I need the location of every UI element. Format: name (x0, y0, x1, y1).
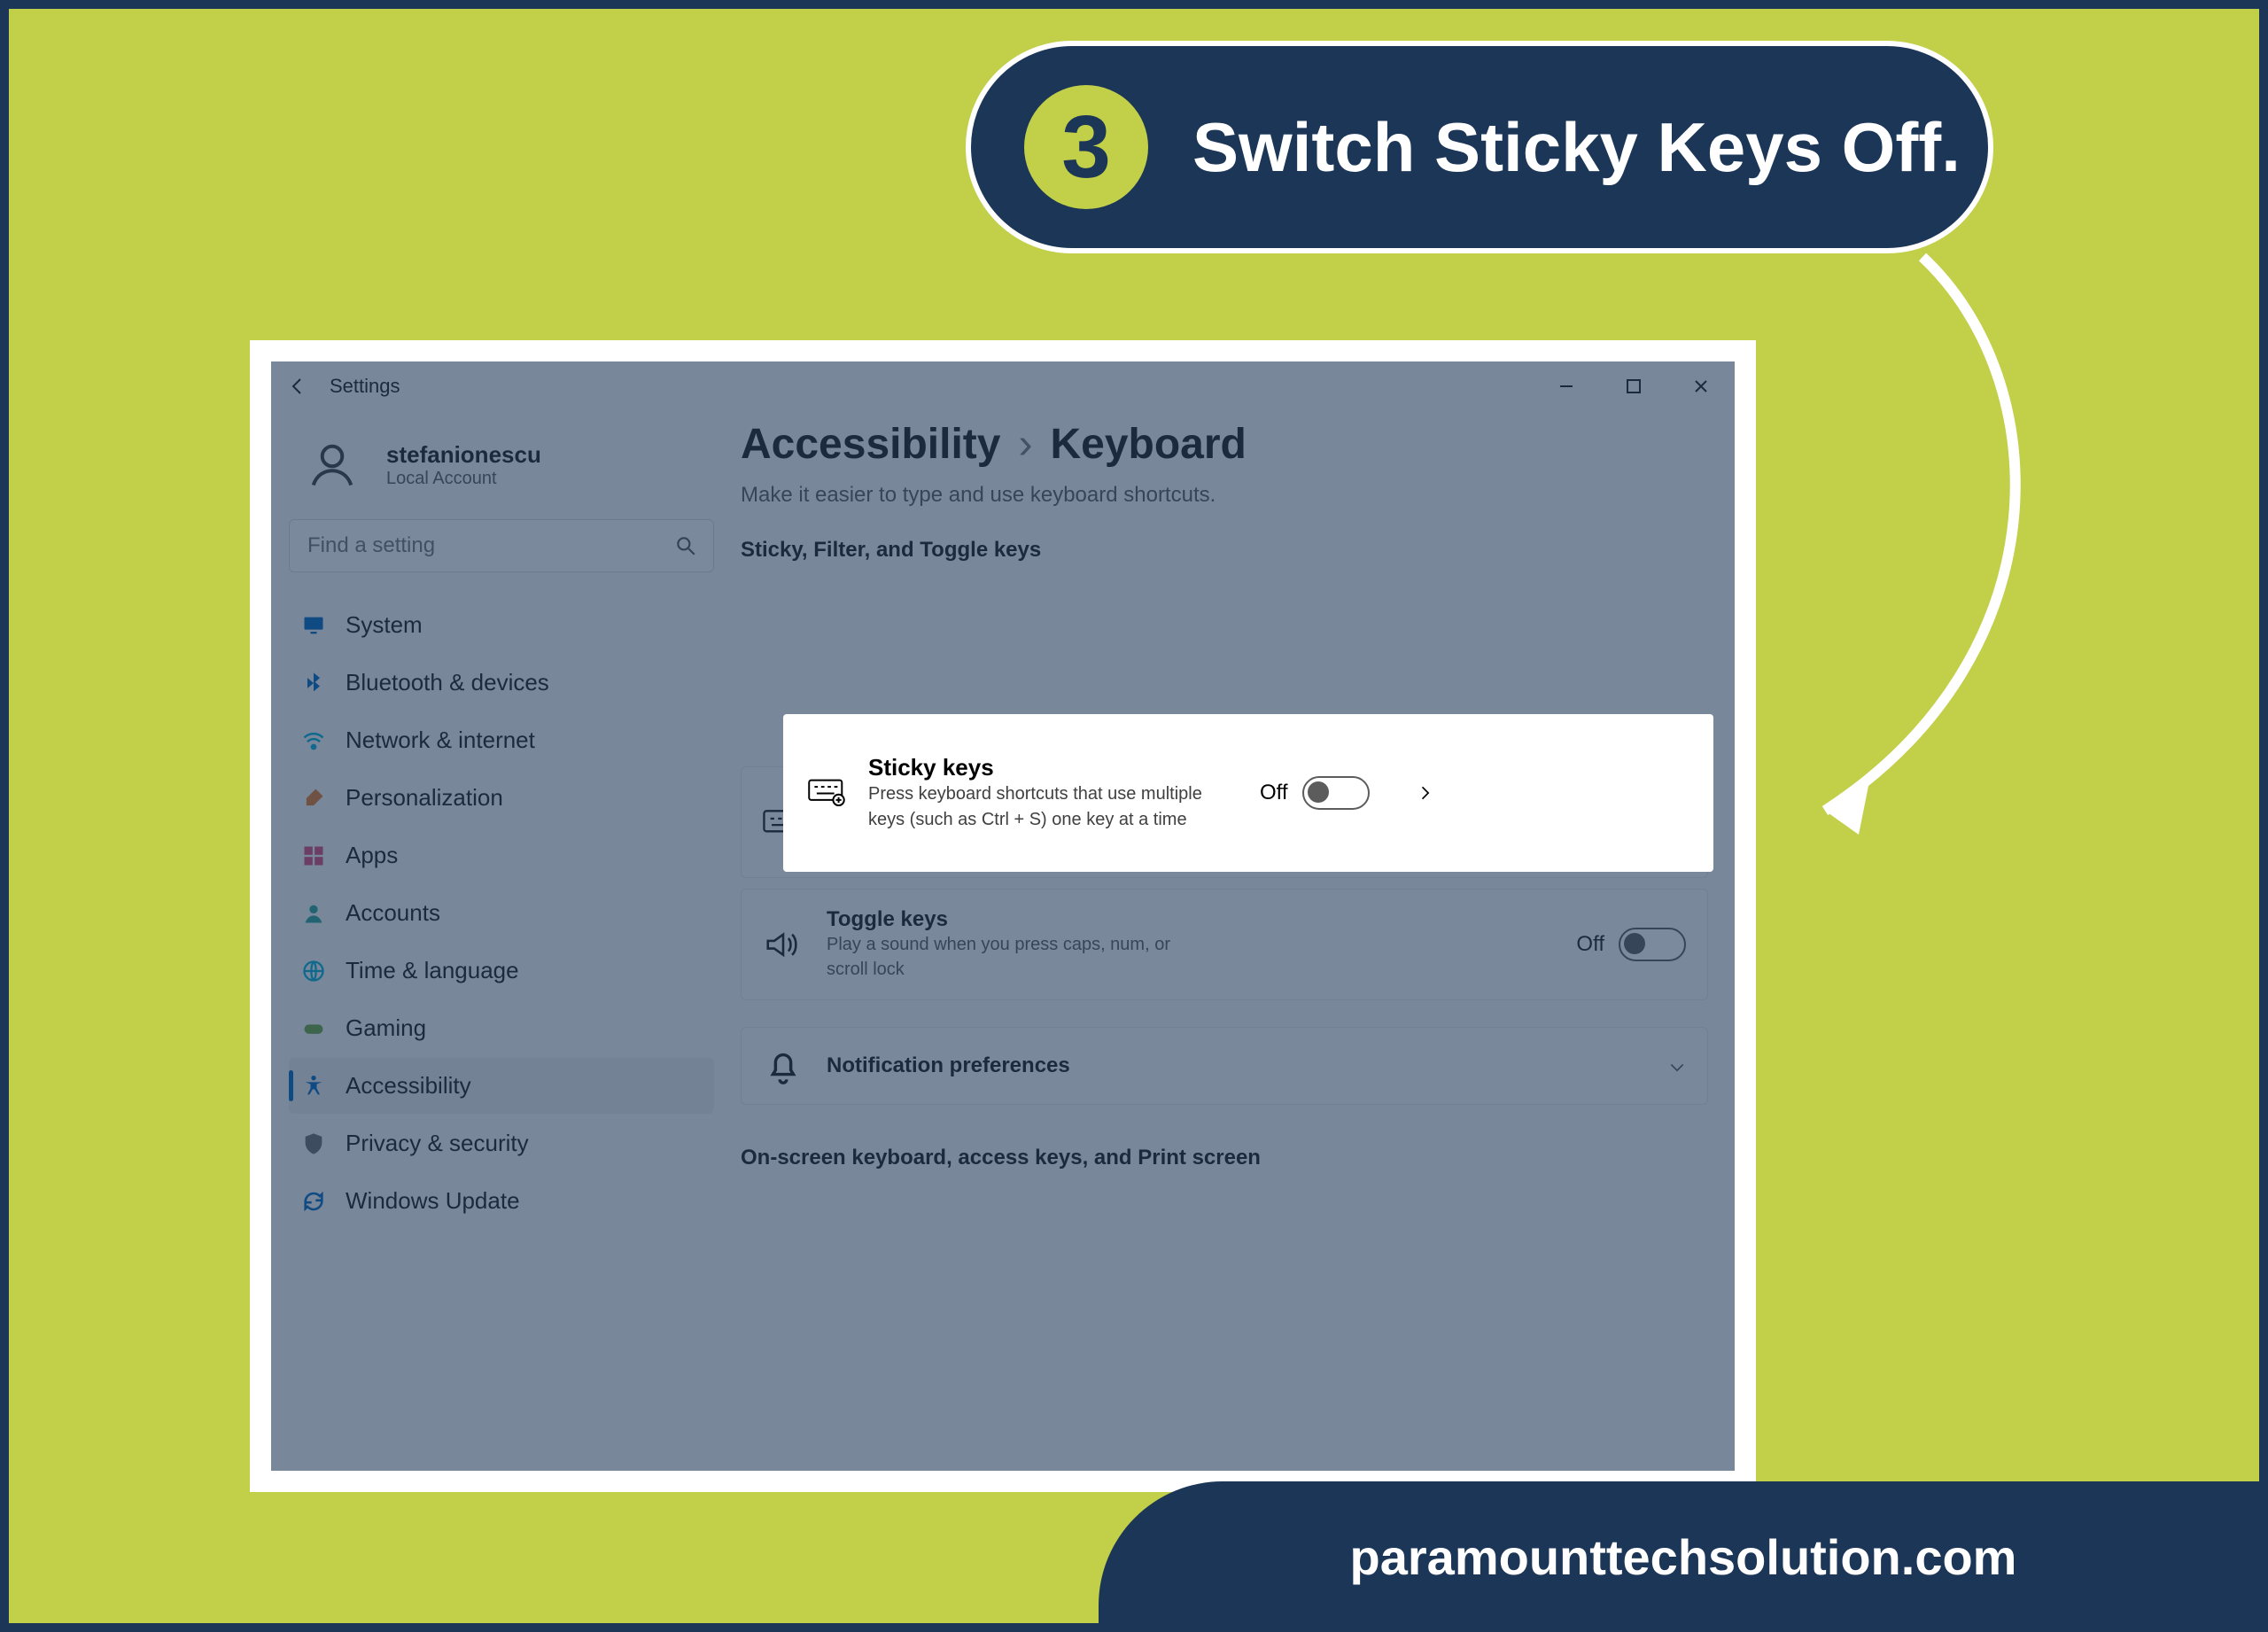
apps-icon (301, 843, 326, 868)
sticky-keys-state: Off (1260, 781, 1288, 805)
bluetooth-icon (301, 671, 326, 696)
toggle-keys-row[interactable]: Toggle keys Play a sound when you press … (741, 889, 1708, 1000)
sidebar-item-label: Gaming (346, 1014, 426, 1042)
sidebar-item-system[interactable]: System (289, 597, 714, 653)
breadcrumb-current: Keyboard (1050, 420, 1246, 469)
toggle-keys-title: Toggle keys (827, 907, 1208, 932)
sidebar-item-label: Bluetooth & devices (346, 669, 549, 696)
accessibility-icon (301, 1074, 326, 1099)
sidebar-item-bluetooth-devices[interactable]: Bluetooth & devices (289, 655, 714, 711)
sidebar-item-accessibility[interactable]: Accessibility (289, 1058, 714, 1114)
sidebar-item-personalization[interactable]: Personalization (289, 770, 714, 826)
screenshot-frame: Settings (250, 340, 1756, 1492)
update-icon (301, 1189, 326, 1214)
sticky-keys-title: Sticky keys (868, 754, 1214, 781)
sticky-keys-desc: Press keyboard shortcuts that use multip… (868, 781, 1214, 833)
sidebar-item-label: System (346, 611, 423, 639)
account-header[interactable]: stefanionescu Local Account (289, 420, 714, 519)
globe-icon (301, 959, 326, 983)
breadcrumb: Accessibility › Keyboard (741, 420, 1708, 469)
sticky-keys-toggle[interactable] (1302, 776, 1370, 810)
pointer-arrow (1754, 239, 2091, 886)
chevron-right-icon[interactable] (1416, 784, 1433, 802)
sidebar-item-apps[interactable]: Apps (289, 828, 714, 883)
sidebar-item-label: Accessibility (346, 1072, 471, 1100)
keyboard-icon (808, 773, 845, 814)
display-icon (301, 613, 326, 638)
wifi-icon (301, 728, 326, 753)
sidebar-item-gaming[interactable]: Gaming (289, 1000, 714, 1056)
account-name: stefanionescu (386, 441, 541, 469)
titlebar: Settings (271, 361, 1735, 411)
gamepad-icon (301, 1016, 326, 1041)
sticky-keys-row[interactable]: Sticky keys Press keyboard shortcuts tha… (783, 714, 1713, 872)
step-instruction: Switch Sticky Keys Off. (1192, 107, 1961, 188)
close-button[interactable] (1667, 361, 1735, 411)
minimize-button[interactable] (1533, 361, 1600, 411)
breadcrumb-parent[interactable]: Accessibility (741, 420, 1000, 469)
toggle-keys-desc: Play a sound when you press caps, num, o… (827, 932, 1208, 982)
section-heading: Sticky, Filter, and Toggle keys (741, 538, 1708, 563)
app-title: Settings (330, 375, 400, 398)
sidebar-item-windows-update[interactable]: Windows Update (289, 1173, 714, 1229)
sidebar-item-label: Apps (346, 842, 398, 869)
main-content: Accessibility › Keyboard Make it easier … (732, 411, 1735, 1471)
notification-preferences-row[interactable]: Notification preferences (741, 1027, 1708, 1105)
search-input[interactable] (306, 532, 674, 559)
chevron-down-icon (1668, 1057, 1686, 1075)
tutorial-slide: 3 Switch Sticky Keys Off. Settings (0, 0, 2268, 1632)
sidebar-item-label: Windows Update (346, 1187, 520, 1215)
sidebar-item-network-internet[interactable]: Network & internet (289, 712, 714, 768)
sidebar-item-accounts[interactable]: Accounts (289, 885, 714, 941)
person-icon (301, 901, 326, 926)
sidebar-item-privacy-security[interactable]: Privacy & security (289, 1115, 714, 1171)
bell-icon (763, 1045, 804, 1086)
step-number-badge: 3 (1024, 85, 1148, 209)
account-type: Local Account (386, 469, 541, 489)
sidebar-item-label: Network & internet (346, 727, 535, 754)
sidebar-item-label: Privacy & security (346, 1130, 529, 1157)
settings-window: Settings (271, 361, 1735, 1471)
sidebar-item-label: Accounts (346, 899, 440, 927)
brush-icon (301, 786, 326, 811)
sidebar-item-label: Time & language (346, 957, 519, 984)
shield-icon (301, 1131, 326, 1156)
step-callout: 3 Switch Sticky Keys Off. (966, 41, 1993, 253)
search-field[interactable] (289, 519, 714, 572)
toggle-keys-state: Off (1576, 932, 1604, 957)
page-subtitle: Make it easier to type and use keyboard … (741, 483, 1708, 508)
search-icon (674, 534, 697, 557)
sound-icon (763, 924, 804, 965)
avatar-icon (298, 431, 367, 500)
sidebar: stefanionescu Local Account System Blueto… (271, 411, 732, 1471)
notification-preferences-label: Notification preferences (827, 1053, 1622, 1078)
chevron-right-icon: › (1018, 420, 1032, 469)
section-heading-2: On-screen keyboard, access keys, and Pri… (741, 1146, 1708, 1170)
maximize-button[interactable] (1600, 361, 1667, 411)
back-icon[interactable] (287, 376, 308, 397)
nav-list: System Bluetooth & devices Network & inter… (289, 597, 714, 1229)
sidebar-item-label: Personalization (346, 784, 503, 812)
toggle-keys-toggle[interactable] (1619, 928, 1686, 961)
sidebar-item-time-language[interactable]: Time & language (289, 943, 714, 999)
footer-url: paramounttechsolution.com (1099, 1481, 2268, 1632)
